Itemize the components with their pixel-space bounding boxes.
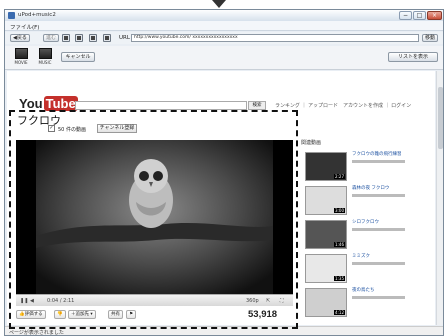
cancel-button[interactable]: キャンセル <box>61 52 95 62</box>
add-to-button[interactable]: ＋追加先 ▾ <box>68 310 96 319</box>
flag-icon: ⚑ <box>129 312 134 317</box>
scroll-thumb[interactable] <box>438 87 443 149</box>
vertical-scrollbar[interactable] <box>436 71 443 325</box>
forward-arrow-icon[interactable] <box>62 34 70 42</box>
back-label: 戻る <box>16 35 27 41</box>
related-meta-5 <box>352 296 405 299</box>
forward-label: 進む <box>46 35 57 41</box>
popout-icon[interactable]: ⇱ <box>266 298 270 304</box>
reload-icon[interactable] <box>89 34 97 42</box>
minimize-button[interactable]: − <box>399 11 412 20</box>
share-button[interactable]: 共有 <box>108 310 123 319</box>
related-duration-1: 2:27 <box>334 174 345 179</box>
menu-file[interactable]: ファイル(F) <box>10 23 39 31</box>
logo-tube: Tube <box>43 96 78 111</box>
related-duration-5: 4:12 <box>334 310 345 315</box>
video-player[interactable] <box>16 140 293 294</box>
youtube-logo[interactable]: You Tube <box>19 96 78 111</box>
status-text: ページが表示されました <box>9 330 64 336</box>
related-title-5[interactable]: 夜の鳥たち <box>352 288 427 299</box>
related-title-1[interactable]: フクロウの雛の飛行練習 <box>352 152 427 163</box>
menu-bar: ファイル(F) <box>5 21 443 31</box>
title-bar: uPod+music2 − □ × <box>5 10 443 21</box>
owl-video-frame <box>16 140 293 294</box>
related-title-text-2: 森林の夜 フクロウ <box>352 186 390 191</box>
flag-button[interactable]: ⚑ <box>126 310 137 319</box>
pause-icon[interactable]: ❚❚ <box>20 298 28 304</box>
thumbs-down-icon: 👎 <box>57 312 63 317</box>
stop-icon[interactable] <box>75 34 83 42</box>
video-actions: 👍評価する 👎 ＋追加先 ▾ 共有 ⚑ 53,918 <box>16 309 293 321</box>
movie-label: MOVIE <box>14 60 28 65</box>
time-display: 0:04 / 2:11 <box>47 298 75 304</box>
related-meta-2 <box>352 194 405 197</box>
url-label: URL <box>119 35 130 41</box>
close-button[interactable]: × <box>427 11 442 20</box>
add-label: 追加先 <box>75 312 90 317</box>
back-button[interactable]: ◀戻る <box>10 34 30 42</box>
related-meta-4 <box>352 262 405 265</box>
search-input[interactable] <box>75 101 247 110</box>
related-title-text-3: シロフクロウ <box>352 220 379 225</box>
url-input[interactable]: http://www.youtube.com/ xxxxxxxxxxxxxxxx… <box>131 34 419 42</box>
related-duration-4: 1:35 <box>334 276 345 281</box>
fullscreen-icon[interactable]: ⛶ <box>280 298 284 304</box>
video-count: 50 件の動画 <box>58 127 86 133</box>
navigation-bar: ◀戻る 進む URL http://www.youtube.com/ xxxxx… <box>5 32 443 44</box>
status-bar: ページが表示されました <box>5 326 443 336</box>
related-title-text-1: フクロウの雛の飛行練習 <box>352 152 402 157</box>
window-title: uPod+music2 <box>18 12 56 18</box>
dislike-button[interactable]: 👎 <box>54 310 66 319</box>
related-thumb-5[interactable]: 4:12 <box>305 288 347 317</box>
related-thumb-2[interactable]: 3:00 <box>305 186 347 215</box>
yt-nav-links[interactable]: ランキング ｜ アップロード <box>275 102 338 109</box>
rate-button[interactable]: 👍評価する <box>16 310 46 319</box>
related-title-text-4: ミミズク <box>352 254 370 259</box>
quality-label[interactable]: 360p <box>246 298 259 304</box>
related-thumb-3[interactable]: 1:46 <box>305 220 347 249</box>
subscribe-button[interactable]: チャンネル登録 <box>97 124 137 133</box>
chevron-down-icon: ▾ <box>89 312 93 317</box>
show-list-button[interactable]: リストを表示 <box>388 52 438 62</box>
rate-label: 評価する <box>24 312 43 317</box>
related-title-4[interactable]: ミミズク <box>352 254 427 265</box>
related-videos-header: 関連動画 <box>301 140 322 146</box>
account-links[interactable]: アカウントを作成 ｜ ログイン <box>343 102 411 109</box>
search-button[interactable]: 検索 <box>248 101 266 110</box>
music-icon <box>38 48 52 59</box>
movie-icon <box>14 48 28 59</box>
home-icon[interactable] <box>103 34 111 42</box>
related-duration-2: 3:00 <box>334 208 345 213</box>
related-thumb-4[interactable]: 1:35 <box>305 254 347 283</box>
related-meta-3 <box>352 228 405 231</box>
movie-button[interactable]: MOVIE <box>11 48 31 68</box>
app-icon <box>8 12 15 19</box>
logo-you: You <box>19 96 43 111</box>
down-arrow-icon <box>212 0 226 8</box>
music-label: MUSIC <box>38 60 52 65</box>
player-controls: ❚❚ ◀ 0:04 / 2:11 360p ⇱ ⛶ <box>16 294 293 306</box>
go-button[interactable]: 移動 <box>422 34 439 42</box>
volume-icon[interactable]: ◀ <box>30 298 34 304</box>
related-title-text-5: 夜の鳥たち <box>352 288 375 293</box>
related-meta-1 <box>352 160 405 163</box>
related-duration-3: 1:46 <box>334 242 345 247</box>
music-button[interactable]: MUSIC <box>35 48 55 68</box>
video-list-checkbox[interactable]: ✓ <box>48 125 55 132</box>
related-thumb-1[interactable]: 2:27 <box>305 152 347 181</box>
related-title-2[interactable]: 森林の夜 フクロウ <box>352 186 427 197</box>
related-title-3[interactable]: シロフクロウ <box>352 220 427 231</box>
view-count: 53,918 <box>248 309 278 320</box>
forward-button[interactable]: 進む <box>43 34 60 42</box>
maximize-button[interactable]: □ <box>413 11 426 20</box>
toolbar: MOVIE MUSIC キャンセル リストを表示 <box>5 46 443 70</box>
